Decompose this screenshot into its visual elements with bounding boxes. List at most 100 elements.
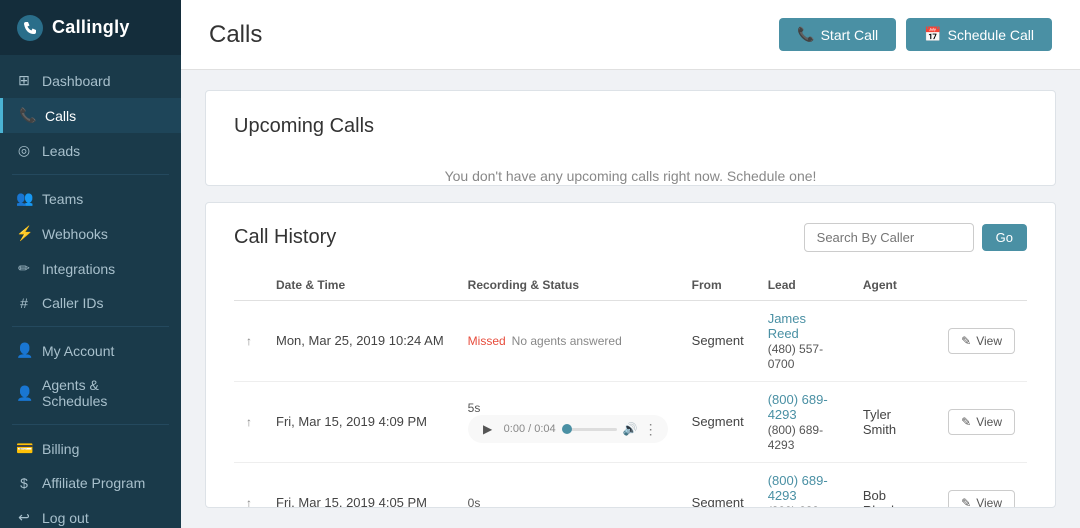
logo[interactable]: Callingly <box>0 0 181 55</box>
phone-icon: 📞 <box>797 26 814 43</box>
call-history-header: Call History Go <box>234 223 1027 252</box>
sidebar-item-webhooks[interactable]: ⚡ Webhooks <box>0 216 181 251</box>
call-history-title: Call History <box>234 226 336 249</box>
my-account-icon: 👤 <box>16 342 32 359</box>
audio-time: 0:00 / 0:04 <box>504 423 556 435</box>
row-actions: ✎View <box>936 381 1027 462</box>
row-from: Segment <box>680 462 756 508</box>
page-title: Calls <box>209 21 262 49</box>
webhooks-icon: ⚡ <box>16 225 32 242</box>
lead-phone: (800) 689-4293 <box>768 504 823 508</box>
col-from: From <box>680 270 756 301</box>
sidebar-item-logout[interactable]: ↩ Log out <box>0 500 181 528</box>
page-header: Calls 📞 Start Call 📅 Schedule Call <box>181 0 1080 70</box>
calls-icon: 📞 <box>19 107 35 124</box>
row-lead: (800) 689-4293(800) 689-4293 <box>756 462 851 508</box>
search-go-button[interactable]: Go <box>982 224 1027 251</box>
row-recording-status: 0s <box>456 462 680 508</box>
sidebar-item-billing[interactable]: 💳 Billing <box>0 431 181 466</box>
search-caller-input[interactable] <box>804 223 974 252</box>
sidebar-item-calls[interactable]: 📞 Calls <box>0 98 181 133</box>
sidebar-item-label: Dashboard <box>42 73 111 89</box>
arrow-icon: ↑ <box>246 415 252 429</box>
row-arrow: ↑ <box>234 381 264 462</box>
sidebar-item-label: My Account <box>42 343 114 359</box>
nav-divider-2 <box>12 326 169 327</box>
sidebar: Callingly ⊞ Dashboard 📞 Calls ◎ Leads 👥 … <box>0 0 181 528</box>
row-agent <box>851 300 936 381</box>
upcoming-calls-empty: You don't have any upcoming calls right … <box>234 158 1027 186</box>
col-actions <box>936 270 1027 301</box>
table-row: ↑Fri, Mar 15, 2019 4:09 PM 5s ▶ 0:00 / 0… <box>234 381 1027 462</box>
sidebar-item-affiliate[interactable]: $ Affiliate Program <box>0 466 181 500</box>
edit-icon: ✎ <box>961 334 971 348</box>
row-from: Segment <box>680 300 756 381</box>
play-button[interactable]: ▶ <box>478 419 498 439</box>
more-options-icon[interactable]: ⋮ <box>644 421 658 438</box>
dashboard-icon: ⊞ <box>16 72 32 89</box>
arrow-icon: ↑ <box>246 334 252 348</box>
call-history-table-wrap: Date & Time Recording & Status From Lead… <box>234 270 1027 508</box>
sidebar-item-dashboard[interactable]: ⊞ Dashboard <box>0 63 181 98</box>
agents-icon: 👤 <box>16 385 32 402</box>
search-area: Go <box>804 223 1027 252</box>
table-row: ↑Fri, Mar 15, 2019 4:05 PM0sSegment(800)… <box>234 462 1027 508</box>
nav-divider-3 <box>12 424 169 425</box>
row-actions: ✎View <box>936 462 1027 508</box>
col-agent: Agent <box>851 270 936 301</box>
sidebar-item-label: Teams <box>42 191 83 207</box>
view-button[interactable]: ✎View <box>948 328 1015 354</box>
sidebar-item-integrations[interactable]: ✏ Integrations <box>0 251 181 286</box>
row-date: Mon, Mar 25, 2019 10:24 AM <box>264 300 456 381</box>
col-date: Date & Time <box>264 270 456 301</box>
call-history-card: Call History Go Date & Time Recording & … <box>205 202 1056 508</box>
sidebar-item-label: Caller IDs <box>42 295 103 311</box>
sidebar-item-label: Agents & Schedules <box>42 377 165 409</box>
logo-text: Callingly <box>52 17 130 38</box>
view-button[interactable]: ✎View <box>948 490 1015 508</box>
leads-icon: ◎ <box>16 142 32 159</box>
row-agent: Bob Rhodes <box>851 462 936 508</box>
sidebar-item-label: Integrations <box>42 261 115 277</box>
sidebar-item-label: Webhooks <box>42 226 108 242</box>
sidebar-item-label: Log out <box>42 510 89 526</box>
sidebar-item-label: Affiliate Program <box>42 475 145 491</box>
start-call-button[interactable]: 📞 Start Call <box>779 18 896 51</box>
sidebar-item-caller-ids[interactable]: # Caller IDs <box>0 286 181 320</box>
row-date: Fri, Mar 15, 2019 4:09 PM <box>264 381 456 462</box>
sidebar-item-agents-schedules[interactable]: 👤 Agents & Schedules <box>0 368 181 418</box>
sidebar-item-my-account[interactable]: 👤 My Account <box>0 333 181 368</box>
callingly-logo-icon <box>16 14 44 42</box>
upcoming-calls-card: Upcoming Calls You don't have any upcomi… <box>205 90 1056 186</box>
main-content: Calls 📞 Start Call 📅 Schedule Call Upcom… <box>181 0 1080 528</box>
sidebar-item-leads[interactable]: ◎ Leads <box>0 133 181 168</box>
no-agents-text: No agents answered <box>512 334 622 348</box>
lead-link[interactable]: (800) 689-4293 <box>768 392 839 422</box>
lead-link[interactable]: (800) 689-4293 <box>768 473 839 503</box>
logout-icon: ↩ <box>16 509 32 526</box>
col-arrow <box>234 270 264 301</box>
nav-divider-1 <box>12 174 169 175</box>
agent-name: Bob Rhodes <box>863 488 908 508</box>
sidebar-item-label: Calls <box>45 108 76 124</box>
start-call-label: Start Call <box>821 27 879 43</box>
edit-icon: ✎ <box>961 496 971 508</box>
table-row: ↑Mon, Mar 25, 2019 10:24 AMMissedNo agen… <box>234 300 1027 381</box>
volume-icon[interactable]: 🔊 <box>623 422 638 436</box>
progress-bar[interactable] <box>562 428 617 431</box>
progress-handle <box>562 424 572 434</box>
schedule-call-button[interactable]: 📅 Schedule Call <box>906 18 1052 51</box>
caller-ids-icon: # <box>16 295 32 311</box>
row-agent: Tyler Smith <box>851 381 936 462</box>
row-from: Segment <box>680 381 756 462</box>
table-header-row: Date & Time Recording & Status From Lead… <box>234 270 1027 301</box>
lead-phone: (480) 557-0700 <box>768 342 823 371</box>
audio-player: ▶ 0:00 / 0:04 🔊 ⋮ <box>468 415 668 443</box>
col-recording: Recording & Status <box>456 270 680 301</box>
arrow-icon: ↑ <box>246 496 252 508</box>
content-area: Upcoming Calls You don't have any upcomi… <box>181 70 1080 528</box>
view-button[interactable]: ✎View <box>948 409 1015 435</box>
lead-link[interactable]: James Reed <box>768 311 839 341</box>
sidebar-item-teams[interactable]: 👥 Teams <box>0 181 181 216</box>
row-arrow: ↑ <box>234 462 264 508</box>
